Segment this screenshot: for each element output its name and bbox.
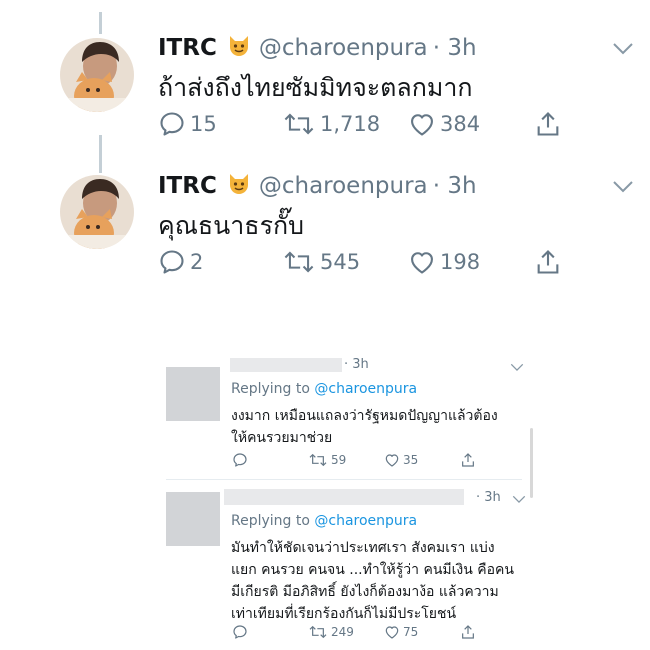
replying-to: Replying to @charoenpura <box>231 381 417 397</box>
avatar-redacted[interactable] <box>166 367 220 421</box>
share-button[interactable] <box>460 624 479 640</box>
cat-emoji <box>227 172 251 196</box>
retweet-count: 1,718 <box>320 112 381 136</box>
divider <box>166 479 522 480</box>
like-button[interactable]: 35 <box>384 452 418 468</box>
chevron-down-icon[interactable] <box>612 180 634 194</box>
reply-button[interactable]: 2 <box>158 248 203 276</box>
like-button[interactable]: 198 <box>408 248 480 276</box>
reply-icon <box>158 248 186 276</box>
tweet-actions: 59 35 <box>232 452 492 472</box>
tweet-actions: 249 75 <box>232 624 492 644</box>
text-line: ให้คนรวยมาช่วย <box>231 430 333 446</box>
reply-text: งงมาก เหมือนแถลงว่ารัฐหมดปัญญาแล้วต้อง ใ… <box>231 405 498 449</box>
tweet-header: ITRC @charoenpura · 3h <box>158 34 477 61</box>
chevron-down-icon[interactable] <box>612 42 634 56</box>
reply-text: มันทำให้ชัดเจนว่าประเทศเรา สังคมเรา แบ่ง… <box>231 537 514 625</box>
reply-count: 2 <box>190 250 204 274</box>
avatar[interactable] <box>60 38 134 112</box>
like-count: 384 <box>440 112 481 136</box>
timestamp[interactable]: · 3h <box>344 357 369 372</box>
display-name[interactable]: ITRC <box>158 173 217 199</box>
like-button[interactable]: 75 <box>384 624 418 640</box>
replying-label: Replying to <box>231 381 315 397</box>
thread-line-middle <box>99 135 102 173</box>
display-name[interactable]: ITRC <box>158 35 217 61</box>
share-button[interactable] <box>534 248 566 276</box>
like-icon <box>408 110 436 138</box>
tweet-actions: 2 545 198 <box>158 248 578 278</box>
reply-icon <box>158 110 186 138</box>
reply-button[interactable] <box>232 624 251 640</box>
text-line: เท่าเทียมที่เรียกร้องกันก็ไม่มีประโยชน์ <box>231 606 457 622</box>
share-icon <box>534 248 562 276</box>
text-line: มีเกียรติ มีอภิสิทธิ์ ยังไงก็ต้องมาง้อ แ… <box>231 584 499 600</box>
avatar-redacted[interactable] <box>166 492 220 546</box>
like-icon <box>408 248 436 276</box>
retweet-icon <box>282 110 316 138</box>
replying-to: Replying to @charoenpura <box>231 513 417 529</box>
share-button[interactable] <box>534 110 566 138</box>
text-line: แยก คนรวย คนจน ...ทำให้รู้ว่า คนมีเงิน ค… <box>231 562 514 578</box>
retweet-icon <box>282 248 316 276</box>
timestamp[interactable]: · 3h <box>476 490 501 505</box>
cat-emoji <box>227 34 251 58</box>
share-icon <box>460 624 476 640</box>
redacted-name <box>224 489 464 505</box>
like-count: 198 <box>440 250 481 274</box>
reply-button[interactable] <box>232 452 251 468</box>
chevron-down-icon[interactable] <box>512 495 526 504</box>
timestamp[interactable]: · 3h <box>433 35 477 61</box>
share-icon <box>460 452 476 468</box>
reply-icon <box>232 452 248 468</box>
retweet-icon <box>308 452 328 468</box>
like-icon <box>384 452 400 468</box>
timestamp[interactable]: · 3h <box>433 173 477 199</box>
retweet-count: 249 <box>331 625 354 639</box>
tweet-text: คุณธนาธรกั๊บ <box>158 211 304 240</box>
like-count: 35 <box>403 453 419 467</box>
retweet-count: 59 <box>331 453 347 467</box>
retweet-button[interactable]: 545 <box>282 248 360 276</box>
tweet-actions: 15 1,718 384 <box>158 110 578 140</box>
retweet-button[interactable]: 1,718 <box>282 110 380 138</box>
retweet-button[interactable]: 249 <box>308 624 354 640</box>
share-icon <box>534 110 562 138</box>
redacted-name <box>230 358 342 372</box>
tweet-header: ITRC @charoenpura · 3h <box>158 172 477 199</box>
share-button[interactable] <box>460 452 479 468</box>
like-count: 75 <box>403 625 419 639</box>
tweet-text: ถ้าส่งถึงไทยซัมมิทจะตลกมาก <box>158 73 473 102</box>
handle[interactable]: @charoenpura <box>259 35 428 61</box>
retweet-button[interactable]: 59 <box>308 452 346 468</box>
retweet-icon <box>308 624 328 640</box>
text-line: งงมาก เหมือนแถลงว่ารัฐหมดปัญญาแล้วต้อง <box>231 408 498 424</box>
mention-link[interactable]: @charoenpura <box>314 513 417 529</box>
text-line: มันทำให้ชัดเจนว่าประเทศเรา สังคมเรา แบ่ง <box>231 540 495 556</box>
like-button[interactable]: 384 <box>408 110 480 138</box>
like-icon <box>384 624 400 640</box>
mention-link[interactable]: @charoenpura <box>314 381 417 397</box>
reply-icon <box>232 624 248 640</box>
avatar[interactable] <box>60 175 134 249</box>
scrollbar[interactable] <box>530 428 533 498</box>
thread-line-top <box>99 12 102 34</box>
chevron-down-icon[interactable] <box>510 363 524 372</box>
replying-label: Replying to <box>231 513 315 529</box>
retweet-count: 545 <box>320 250 361 274</box>
reply-button[interactable]: 15 <box>158 110 217 138</box>
handle[interactable]: @charoenpura <box>259 173 428 199</box>
reply-count: 15 <box>190 112 217 136</box>
